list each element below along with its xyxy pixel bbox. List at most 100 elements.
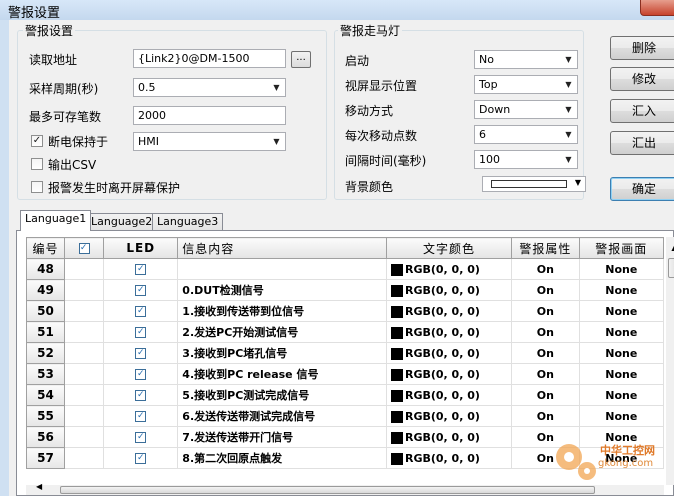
table-row[interactable]: 49 ✓ 0.DUT检测信号 RGB(0, 0, 0) On None: [26, 279, 664, 301]
row-message[interactable]: 6.发送传送带测试完成信号: [177, 405, 387, 427]
row-message[interactable]: 5.接收到PC测试完成信号: [177, 384, 387, 406]
scroll-up-icon[interactable]: ▲: [666, 239, 674, 256]
close-button[interactable]: [640, 0, 674, 16]
row-message[interactable]: 0.DUT检测信号: [177, 279, 387, 301]
table-row[interactable]: 48 ✓ RGB(0, 0, 0) On None: [26, 258, 664, 280]
marquee-position-label: 视屏显示位置: [345, 79, 418, 93]
row-alarm-attribute[interactable]: On: [511, 279, 580, 301]
led-checkbox[interactable]: ✓: [135, 285, 147, 296]
led-checkbox[interactable]: ✓: [135, 306, 147, 317]
row-message[interactable]: 7.发送传送带开门信号: [177, 426, 387, 448]
screensaver-exit-checkbox[interactable]: [31, 181, 43, 193]
power-off-keep-select[interactable]: HMI ▼: [133, 132, 286, 151]
led-checkbox[interactable]: ✓: [135, 411, 147, 422]
led-checkbox[interactable]: ✓: [135, 369, 147, 380]
row-number: 53: [26, 363, 66, 385]
scroll-left-icon[interactable]: ◀: [36, 482, 42, 491]
watermark-text-url: gkong.com: [598, 458, 654, 469]
table-row[interactable]: 52 ✓ 3.接收到PC堵孔信号 RGB(0, 0, 0) On None: [26, 342, 664, 364]
table-row[interactable]: 50 ✓ 1.接收到传送带到位信号 RGB(0, 0, 0) On None: [26, 300, 664, 322]
select-all-checkbox[interactable]: ✓: [78, 243, 90, 254]
header-num[interactable]: 编号: [26, 237, 66, 259]
row-text-color[interactable]: RGB(0, 0, 0): [385, 384, 513, 406]
vertical-scrollbar[interactable]: ▲: [666, 237, 674, 485]
led-checkbox[interactable]: ✓: [135, 348, 147, 359]
row-alarm-attribute[interactable]: On: [511, 300, 580, 322]
row-message[interactable]: 1.接收到传送带到位信号: [177, 300, 387, 322]
table-row[interactable]: 53 ✓ 4.接收到PC release 信号 RGB(0, 0, 0) On None: [26, 363, 664, 385]
row-message[interactable]: 2.发送PC开始测试信号: [177, 321, 387, 343]
table-row[interactable]: 54 ✓ 5.接收到PC测试完成信号 RGB(0, 0, 0) On None: [26, 384, 664, 406]
row-alarm-attribute[interactable]: On: [511, 342, 580, 364]
row-message[interactable]: 8.第二次回原点触发: [177, 447, 387, 469]
output-csv-checkbox[interactable]: [31, 158, 43, 170]
row-led-cell: ✓: [103, 279, 179, 301]
row-alarm-attribute[interactable]: On: [511, 405, 580, 427]
row-alarm-attribute[interactable]: On: [511, 321, 580, 343]
header-select-all[interactable]: ✓: [64, 237, 105, 259]
header-message[interactable]: 信息内容: [177, 237, 387, 259]
led-checkbox[interactable]: ✓: [135, 264, 147, 275]
marquee-position-select[interactable]: Top ▼: [474, 75, 578, 94]
tab-language1[interactable]: Language1: [20, 210, 92, 231]
header-alarm-screen[interactable]: 警报画面: [578, 237, 664, 259]
vertical-scroll-thumb[interactable]: [668, 258, 674, 278]
horizontal-scroll-thumb[interactable]: [60, 486, 595, 494]
row-alarm-screen[interactable]: None: [578, 279, 664, 301]
marquee-move-mode-select[interactable]: Down ▼: [474, 100, 578, 119]
marquee-move-points-select[interactable]: 6 ▼: [474, 125, 578, 144]
row-alarm-attribute[interactable]: On: [511, 258, 580, 280]
tab-language3[interactable]: Language3: [152, 213, 224, 231]
header-text-color[interactable]: 文字颜色: [385, 237, 513, 259]
sample-period-select[interactable]: 0.5 ▼: [133, 78, 286, 97]
row-alarm-screen[interactable]: None: [578, 300, 664, 322]
delete-button[interactable]: 删除: [610, 36, 674, 60]
browse-address-button[interactable]: ...: [291, 51, 311, 68]
row-text-color[interactable]: RGB(0, 0, 0): [385, 342, 513, 364]
led-checkbox[interactable]: ✓: [135, 453, 147, 464]
watermark-text-cn: 中华工控网: [600, 444, 655, 457]
led-checkbox[interactable]: ✓: [135, 432, 147, 443]
alarm-settings-group-title: 警报设置: [23, 22, 76, 39]
table-row[interactable]: 55 ✓ 6.发送传送带测试完成信号 RGB(0, 0, 0) On None: [26, 405, 664, 427]
max-records-input[interactable]: 2000: [133, 106, 286, 125]
row-text-color[interactable]: RGB(0, 0, 0): [385, 363, 513, 385]
ok-button[interactable]: 确定: [610, 177, 674, 201]
row-alarm-screen[interactable]: None: [578, 342, 664, 364]
marquee-bg-color-picker[interactable]: ▼: [482, 176, 586, 192]
color-swatch: [390, 452, 403, 465]
import-button[interactable]: 汇入: [610, 99, 674, 123]
row-message[interactable]: [177, 258, 387, 280]
row-select-cell: [64, 279, 105, 301]
row-text-color[interactable]: RGB(0, 0, 0): [385, 447, 513, 469]
row-alarm-attribute[interactable]: On: [511, 384, 580, 406]
row-text-color[interactable]: RGB(0, 0, 0): [385, 321, 513, 343]
row-text-color[interactable]: RGB(0, 0, 0): [385, 300, 513, 322]
table-row[interactable]: 51 ✓ 2.发送PC开始测试信号 RGB(0, 0, 0) On None: [26, 321, 664, 343]
row-text-color[interactable]: RGB(0, 0, 0): [385, 405, 513, 427]
modify-button[interactable]: 修改: [610, 67, 674, 91]
row-alarm-screen[interactable]: None: [578, 363, 664, 385]
power-off-keep-checkbox[interactable]: ✓: [31, 135, 43, 147]
row-text-color[interactable]: RGB(0, 0, 0): [385, 258, 513, 280]
color-swatch: [390, 389, 403, 402]
export-button[interactable]: 汇出: [610, 131, 674, 155]
header-led[interactable]: LED: [103, 237, 179, 259]
row-alarm-screen[interactable]: None: [578, 405, 664, 427]
led-checkbox[interactable]: ✓: [135, 390, 147, 401]
row-message[interactable]: 3.接收到PC堵孔信号: [177, 342, 387, 364]
row-text-color[interactable]: RGB(0, 0, 0): [385, 426, 513, 448]
marquee-interval-select[interactable]: 100 ▼: [474, 150, 578, 169]
tab-language2[interactable]: Language2: [86, 213, 158, 231]
row-text-color[interactable]: RGB(0, 0, 0): [385, 279, 513, 301]
marquee-bg-color-label: 背景颜色: [345, 180, 394, 194]
marquee-enable-select[interactable]: No ▼: [474, 50, 578, 69]
row-message[interactable]: 4.接收到PC release 信号: [177, 363, 387, 385]
header-alarm-attribute[interactable]: 警报属性: [511, 237, 580, 259]
row-alarm-screen[interactable]: None: [578, 258, 664, 280]
led-checkbox[interactable]: ✓: [135, 327, 147, 338]
read-address-input[interactable]: {Link2}0@DM-1500: [133, 49, 286, 68]
row-alarm-attribute[interactable]: On: [511, 363, 580, 385]
row-alarm-screen[interactable]: None: [578, 384, 664, 406]
row-alarm-screen[interactable]: None: [578, 321, 664, 343]
